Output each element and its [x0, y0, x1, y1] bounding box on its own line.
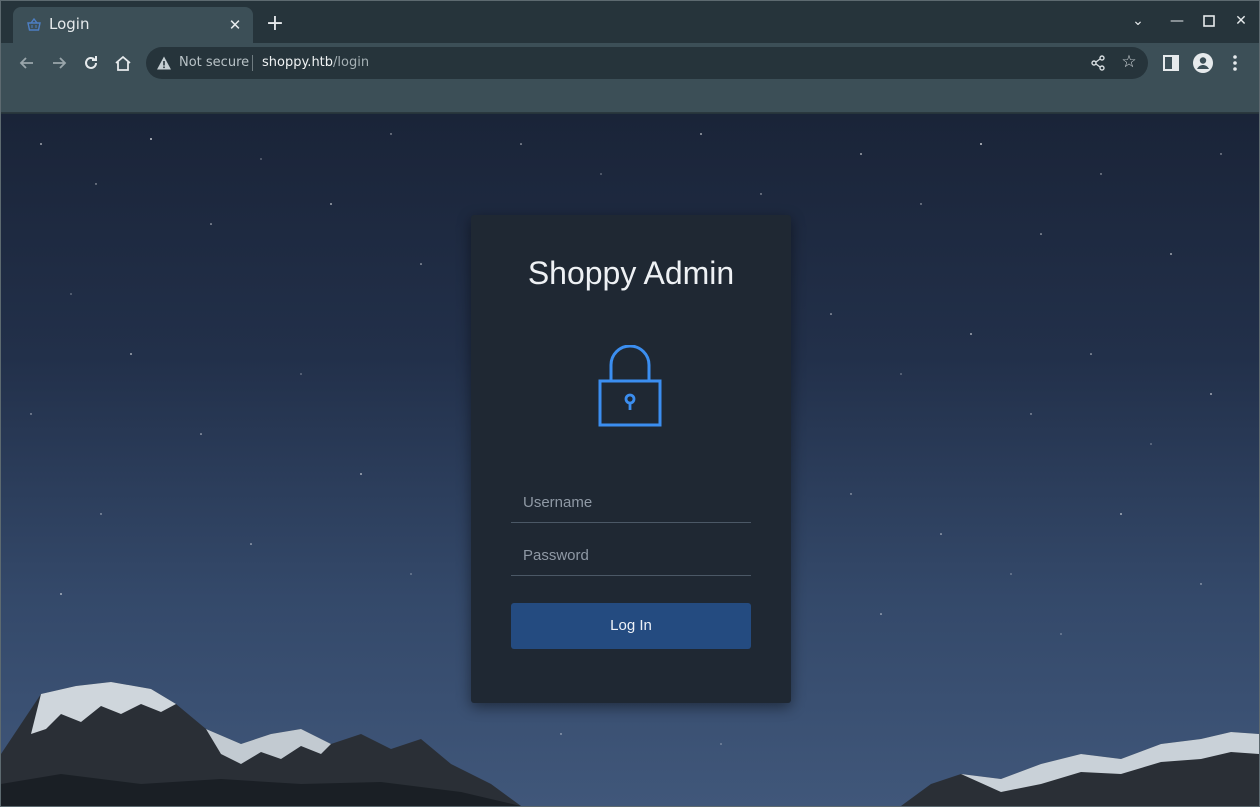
password-input[interactable] — [511, 536, 751, 574]
forward-arrow-icon — [53, 57, 67, 69]
basket-icon — [27, 17, 41, 31]
security-status[interactable]: Not secure — [179, 55, 249, 70]
warning-icon[interactable] — [156, 55, 172, 71]
home-button[interactable] — [109, 49, 137, 77]
maximize-button[interactable] — [1195, 9, 1223, 33]
username-field — [511, 483, 751, 523]
omnibox-divider — [252, 55, 253, 71]
maximize-icon — [1203, 15, 1215, 27]
url-text[interactable]: shoppy.htb/login — [262, 55, 369, 70]
lock-icon — [598, 345, 662, 427]
login-card: Shoppy Admin Log In — [471, 215, 791, 703]
login-button[interactable]: Log In — [511, 603, 751, 649]
login-title: Shoppy Admin — [527, 255, 735, 291]
address-bar[interactable]: Not secure shoppy.htb/login ☆ — [146, 47, 1148, 79]
share-icon[interactable] — [1088, 53, 1108, 73]
menu-kebab-icon[interactable] — [1223, 51, 1247, 75]
tab-search-chevron-icon[interactable]: ⌄ — [1124, 9, 1152, 33]
password-field — [511, 536, 751, 576]
side-panel-icon[interactable] — [1159, 51, 1183, 75]
page-viewport: Shoppy Admin Log In — [1, 114, 1259, 806]
new-tab-button[interactable]: + — [263, 13, 287, 37]
url-host: shoppy.htb — [262, 55, 334, 70]
back-button[interactable] — [13, 49, 41, 77]
bookmark-bar — [1, 83, 1259, 113]
tab-title: Login — [49, 15, 90, 33]
bookmark-star-icon[interactable]: ☆ — [1118, 51, 1140, 73]
close-window-button[interactable]: ✕ — [1227, 9, 1255, 33]
browser-window: Login ✕ + ⌄ — ✕ Not secure shoppy.htb/lo… — [0, 0, 1260, 807]
url-path: /login — [333, 55, 370, 70]
tab-strip: Login ✕ + ⌄ — ✕ — [1, 1, 1259, 43]
profile-avatar-icon[interactable] — [1191, 51, 1215, 75]
home-icon — [115, 55, 131, 71]
browser-toolbar: Not secure shoppy.htb/login ☆ — [1, 43, 1259, 83]
back-arrow-icon — [19, 57, 33, 69]
reload-button[interactable] — [77, 49, 105, 77]
username-input[interactable] — [511, 483, 751, 521]
close-tab-icon[interactable]: ✕ — [225, 15, 245, 35]
minimize-button[interactable]: — — [1163, 9, 1191, 33]
forward-button[interactable] — [45, 49, 73, 77]
reload-icon — [85, 56, 97, 69]
tab-login[interactable]: Login ✕ — [13, 7, 253, 43]
